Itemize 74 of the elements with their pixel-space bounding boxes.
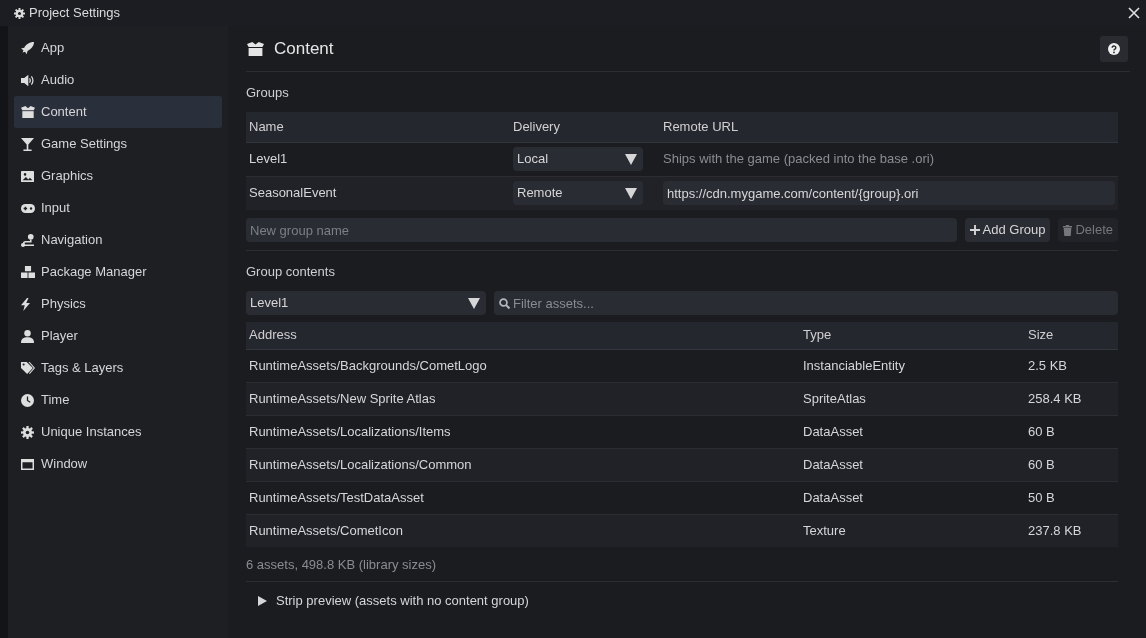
user-icon [21,329,34,343]
help-button[interactable] [1100,36,1128,62]
rocket-icon [21,41,34,55]
group-name-field[interactable]: New group name [246,218,957,242]
table-cell: SeasonalEvent [246,176,510,210]
gear-icon [21,425,34,439]
section-label: Groups [246,84,290,102]
column-header: Name [246,112,510,142]
sidebar-item[interactable]: Physics [14,288,222,320]
column-header: Type [800,322,1025,349]
table-cell: RuntimeAssets/Localizations/Common [246,448,800,481]
action-button[interactable]: Add Group [964,218,1051,242]
cubes-icon [21,266,35,278]
column-header: Delivery [510,112,660,142]
table-cell: 258.4 KB [1025,382,1118,415]
clock-icon [21,393,34,407]
glass-icon [21,137,34,151]
table-cell: RuntimeAssets/New Sprite Atlas [246,382,800,415]
sidebar-item[interactable]: Tags & Layers [14,352,222,384]
table-cell: Texture [800,514,1025,547]
caret-icon [468,297,480,309]
trash-icon [1063,224,1073,236]
table-cell: InstanciableEntity [800,349,1025,382]
bolt-icon [21,297,30,311]
box-icon [21,106,35,118]
section-label: Group contents [246,263,336,281]
table-cell: 237.8 KB [1025,514,1118,547]
table-cell: SpriteAtlas [800,382,1025,415]
sidebar-item[interactable]: Content [14,96,222,128]
column-header: Address [246,322,800,349]
strip-preview-toggle[interactable]: Strip preview (assets with no content group) [258,592,529,610]
sidebar-item[interactable]: Player [14,320,222,352]
sidebar-item[interactable]: Graphics [14,160,222,192]
sidebar-item[interactable]: Input [14,192,222,224]
sidebar-item[interactable]: Game Settings [14,128,222,160]
help-icon [1108,43,1120,55]
sidebar-item[interactable]: App [14,32,222,64]
window-icon [21,458,34,470]
delivery-dropdown[interactable]: Local [513,147,643,171]
table-cell: RuntimeAssets/CometIcon [246,514,800,547]
table-cell: DataAsset [800,448,1025,481]
sidebar-item[interactable]: Window [14,448,222,480]
gamepad-icon [21,203,35,213]
tag-icon [21,362,35,374]
route-icon [21,233,34,247]
filter-field[interactable]: Filter assets... [494,291,1118,315]
sidebar-item[interactable]: Audio [14,64,222,96]
sidebar-item[interactable]: Navigation [14,224,222,256]
caret-icon [625,187,637,199]
box-icon [247,42,264,56]
delivery-dropdown[interactable]: Remote [513,181,643,206]
sidebar-item[interactable]: Unique Instances [14,416,222,448]
speaker-icon [21,73,34,87]
image-icon [21,170,34,182]
sidebar-item[interactable]: Package Manager [14,256,222,288]
table-cell: 60 B [1025,448,1118,481]
column-header: Remote URL [660,112,1118,142]
page-title: Content [274,38,334,60]
summary-text: 6 assets, 498.8 KB (library sizes) [246,556,438,574]
table-cell: Level1 [246,142,510,176]
caret-icon [625,153,637,165]
hint-text: Ships with the game (packed into the base .ori) [663,151,934,166]
search-icon [499,297,510,309]
gear-icon [14,7,25,19]
table-cell: 2.5 KB [1025,349,1118,382]
plus-icon [969,225,980,235]
column-header: Size [1025,322,1118,349]
group-dropdown[interactable]: Level1 [246,291,486,315]
window-title: Project Settings [29,4,121,22]
close-button[interactable] [1128,7,1140,19]
table-cell: RuntimeAssets/Backgrounds/CometLogo [246,349,800,382]
close-icon [1128,7,1140,19]
url-field[interactable]: https://cdn.mygame.com/content/{group}.ori [663,181,1115,206]
sidebar-item[interactable]: Time [14,384,222,416]
